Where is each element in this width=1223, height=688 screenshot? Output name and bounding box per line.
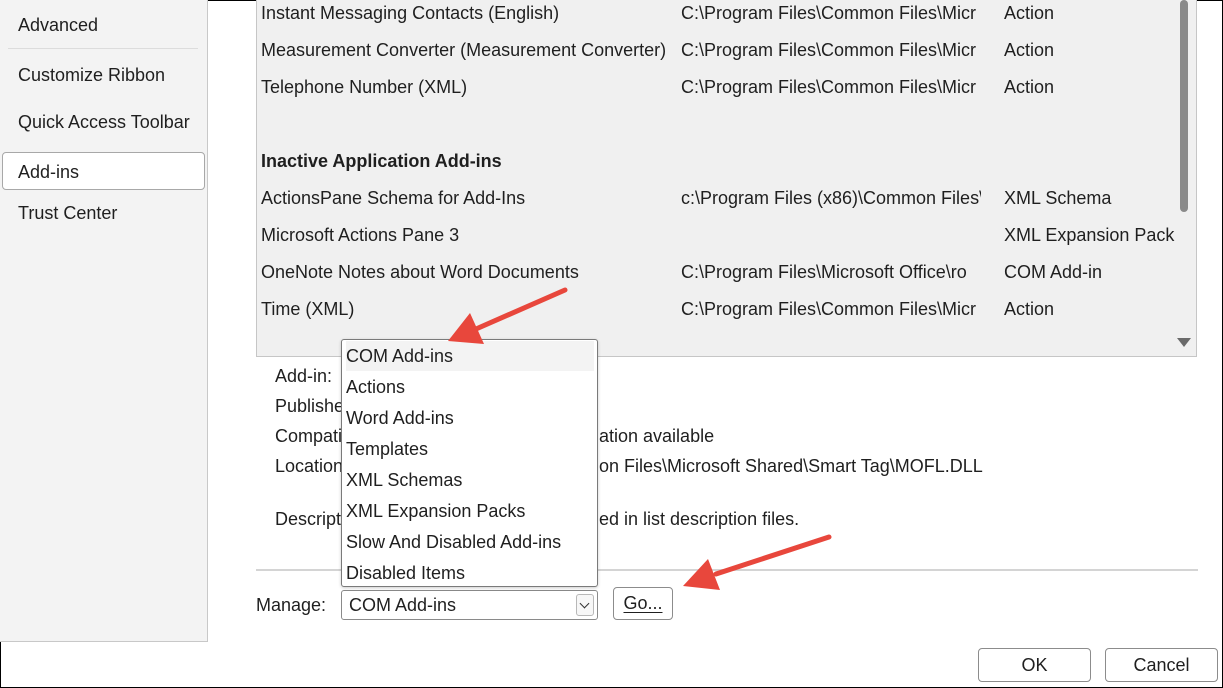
addin-name[interactable]: ActionsPane Schema for Add-Ins — [261, 188, 671, 209]
options-sidebar: Advanced Customize Ribbon Quick Access T… — [0, 0, 208, 642]
detail-description-label: Descript — [275, 509, 342, 529]
addin-type[interactable]: COM Add-in — [1004, 262, 1174, 283]
addin-type[interactable]: Action — [1004, 40, 1174, 61]
ok-button[interactable]: OK — [978, 648, 1091, 682]
dropdown-option-xml-expansion-packs[interactable]: XML Expansion Packs — [346, 496, 594, 526]
addin-name[interactable]: Measurement Converter (Measurement Conve… — [261, 40, 671, 61]
combobox-dropdown-button[interactable] — [576, 594, 594, 616]
addin-location[interactable]: C:\Program Files\Microsoft Office\ro — [681, 262, 976, 283]
detail-location-label: Location — [275, 456, 344, 476]
dropdown-option-slow-and-disabled-add-ins[interactable]: Slow And Disabled Add-ins — [346, 527, 594, 557]
addin-name[interactable]: Microsoft Actions Pane 3 — [261, 225, 671, 246]
scroll-down-arrow-icon[interactable] — [1177, 338, 1191, 347]
addin-location[interactable]: c:\Program Files (x86)\Common Files\ — [681, 188, 981, 209]
inactive-addins-header: Inactive Application Add-ins — [261, 151, 502, 171]
addin-name[interactable]: Instant Messaging Contacts (English) — [261, 3, 671, 24]
addin-name[interactable]: Telephone Number (XML) — [261, 77, 671, 98]
manage-dropdown-list: COM Add-ins Actions Word Add-ins Templat… — [341, 339, 598, 587]
detail-publisher-label: Publishe — [275, 396, 345, 416]
dropdown-option-templates[interactable]: Templates — [346, 434, 594, 464]
addin-location[interactable]: C:\Program Files\Common Files\Micr — [681, 3, 976, 24]
detail-compatibility-label: Compati — [275, 426, 343, 446]
addin-name[interactable]: OneNote Notes about Word Documents — [261, 262, 671, 283]
dropdown-option-actions[interactable]: Actions — [346, 372, 594, 402]
manage-label: Manage: — [256, 595, 327, 615]
dropdown-option-disabled-items[interactable]: Disabled Items — [346, 558, 594, 588]
sidebar-item-add-ins[interactable]: Add-ins — [18, 162, 79, 183]
sidebar-divider — [8, 48, 198, 49]
cancel-button[interactable]: Cancel — [1105, 648, 1218, 682]
dropdown-option-word-add-ins[interactable]: Word Add-ins — [346, 403, 594, 433]
addin-type[interactable]: Action — [1004, 299, 1174, 320]
sidebar-item-advanced[interactable]: Advanced — [18, 15, 98, 36]
list-scrollbar-thumb[interactable] — [1180, 0, 1188, 212]
addin-name[interactable]: Time (XML) — [261, 299, 671, 320]
sidebar-item-quick-access-toolbar[interactable]: Quick Access Toolbar — [18, 112, 190, 133]
addin-location[interactable]: C:\Program Files\Common Files\Micr — [681, 299, 976, 320]
addin-type[interactable]: Action — [1004, 3, 1174, 24]
addin-type[interactable]: XML Schema — [1004, 188, 1174, 209]
addin-type[interactable]: XML Expansion Pack — [1004, 225, 1176, 246]
dropdown-option-com-add-ins[interactable]: COM Add-ins — [346, 341, 594, 371]
addin-location[interactable]: C:\Program Files\Common Files\Micr — [681, 40, 976, 61]
sidebar-item-customize-ribbon[interactable]: Customize Ribbon — [18, 65, 165, 86]
manage-combobox-value: COM Add-ins — [349, 595, 457, 615]
dropdown-option-xml-schemas[interactable]: XML Schemas — [346, 465, 594, 495]
addin-type[interactable]: Action — [1004, 77, 1174, 98]
detail-addin-label: Add-in: — [275, 366, 333, 386]
sidebar-item-trust-center[interactable]: Trust Center — [18, 203, 117, 224]
addin-location[interactable]: C:\Program Files\Common Files\Micr — [681, 77, 976, 98]
manage-combobox[interactable]: COM Add-ins — [341, 590, 598, 620]
detail-compatibility-value: ation available — [599, 426, 715, 446]
go-button[interactable]: Go... — [613, 587, 673, 620]
detail-location-value: on Files\Microsoft Shared\Smart Tag\MOFL… — [599, 456, 983, 476]
detail-description-value: ed in list description files. — [599, 509, 800, 529]
chevron-down-icon — [579, 598, 590, 609]
